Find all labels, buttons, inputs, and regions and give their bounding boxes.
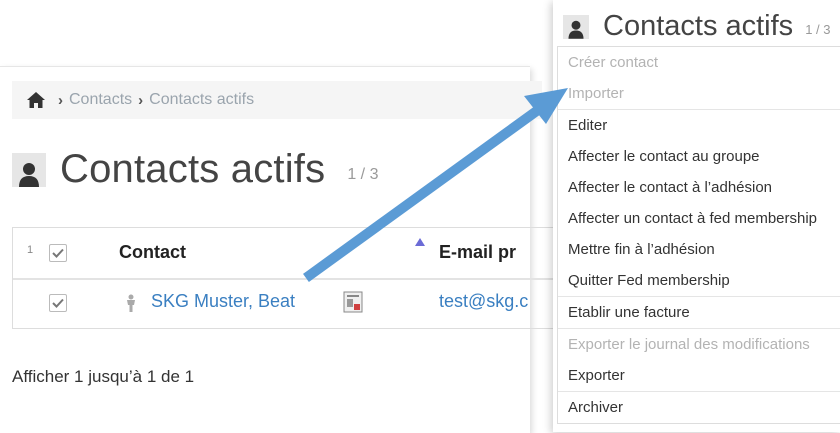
base-page-panel: › Contacts › Contacts actifs Contacts ac… <box>0 66 553 433</box>
contact-email-link[interactable]: test@skg.c <box>439 291 528 312</box>
select-all-checkbox[interactable] <box>49 244 67 262</box>
document-icon[interactable] <box>343 291 363 313</box>
menu-item-assign-membership[interactable]: Affecter le contact à l’adhésion <box>558 172 840 203</box>
record-count: 1 / 3 <box>347 165 379 183</box>
menu-item-archive[interactable]: Archiver <box>558 391 840 423</box>
table-header-row: 1 Contact E-mail pr <box>13 228 553 280</box>
actions-menu-panel: Contacts actifs 1 / 3 Créer contact Impo… <box>553 0 840 432</box>
menu-item-assign-fed-membership[interactable]: Affecter un contact à fed membership <box>558 203 840 234</box>
menu-page-title: Contacts actifs <box>603 10 794 42</box>
breadcrumb-item-contacts[interactable]: Contacts <box>69 91 132 109</box>
column-header-email[interactable]: E-mail pr <box>439 242 516 263</box>
menu-header: Contacts actifs 1 / 3 <box>563 10 830 43</box>
menu-item-create-contact[interactable]: Créer contact <box>558 47 840 78</box>
menu-item-end-membership[interactable]: Mettre fin à l’adhésion <box>558 234 840 265</box>
checkmark-icon <box>52 298 64 308</box>
checkmark-icon <box>52 248 64 258</box>
contact-name-link[interactable]: SKG Muster, Beat <box>151 291 295 312</box>
contacts-table: 1 Contact E-mail pr SKG Muster, Beat tes… <box>12 227 553 329</box>
menu-item-edit[interactable]: Editer <box>558 109 840 141</box>
page-title: Contacts actifs <box>60 147 326 191</box>
menu-item-create-invoice[interactable]: Etablir une facture <box>558 296 840 328</box>
menu-record-count: 1 / 3 <box>805 22 831 37</box>
contact-avatar-icon <box>12 152 46 187</box>
row-checkbox[interactable] <box>49 294 67 312</box>
menu-item-export-change-log[interactable]: Exporter le journal des modifications <box>558 328 840 360</box>
breadcrumb: › Contacts › Contacts actifs <box>12 81 542 119</box>
menu-item-export[interactable]: Exporter <box>558 360 840 391</box>
person-icon <box>127 294 135 312</box>
row-count-label: 1 <box>27 244 34 256</box>
menu-item-quit-fed-membership[interactable]: Quitter Fed membership <box>558 265 840 296</box>
column-header-contact[interactable]: Contact <box>119 242 186 263</box>
page-header: Contacts actifs 1 / 3 <box>12 147 378 192</box>
actions-dropdown-menu: Créer contact Importer Editer Affecter l… <box>557 46 840 424</box>
breadcrumb-separator-icon: › <box>58 91 63 109</box>
home-icon[interactable] <box>26 91 46 109</box>
breadcrumb-item-active-contacts[interactable]: Contacts actifs <box>149 91 254 109</box>
breadcrumb-separator-icon: › <box>138 91 144 109</box>
pagination-summary: Afficher 1 jusqu’à 1 de 1 <box>12 367 195 386</box>
menu-item-assign-group[interactable]: Affecter le contact au groupe <box>558 141 840 172</box>
table-row: SKG Muster, Beat test@skg.c <box>13 280 553 326</box>
sort-ascending-icon[interactable] <box>415 238 425 246</box>
menu-item-import[interactable]: Importer <box>558 78 840 109</box>
contact-avatar-icon <box>563 14 589 39</box>
